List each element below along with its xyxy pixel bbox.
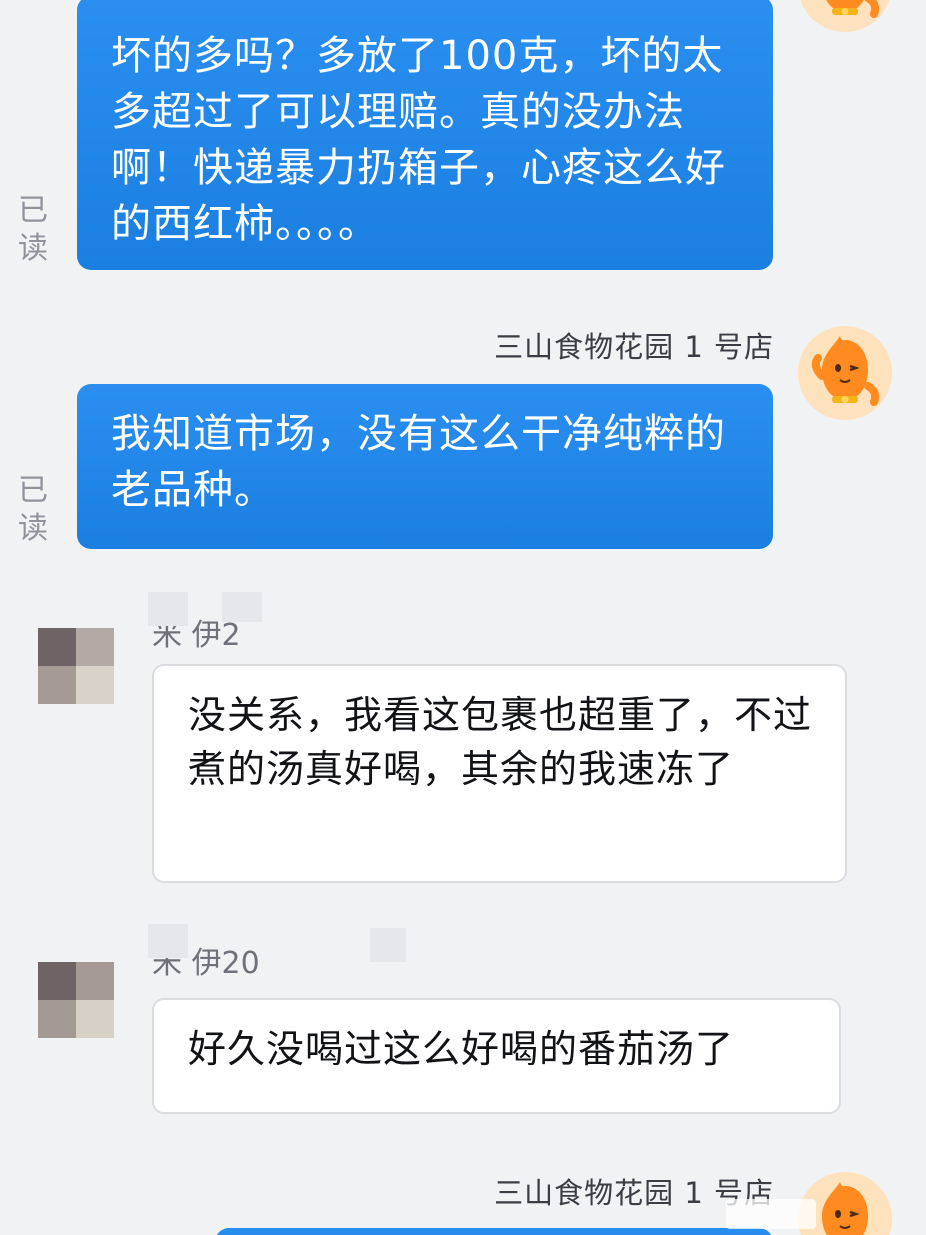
message-text: 好久没喝过这么好喝的番茄汤了	[188, 1027, 735, 1071]
chat-thread[interactable]: 坏的多吗？多放了100克，坏的太多超过了可以理赔。真的没办法啊！快递暴力扔箱子，…	[0, 0, 926, 1235]
read-status: 已读	[18, 473, 48, 546]
mascot-icon	[811, 336, 880, 406]
redaction-block	[148, 924, 188, 958]
redaction-block	[370, 928, 406, 962]
outgoing-message-bubble[interactable]	[215, 1228, 773, 1235]
sender-name: 三山食物花园 1 号店	[494, 330, 774, 364]
outgoing-message-bubble[interactable]: 坏的多吗？多放了100克，坏的太多超过了可以理赔。真的没办法啊！快递暴力扔箱子，…	[77, 0, 773, 270]
read-status: 已读	[18, 193, 48, 266]
message-text: 我知道市场，没有这么干净纯粹的老品种。	[111, 411, 726, 513]
mascot-icon	[826, 0, 880, 18]
user-avatar[interactable]	[38, 962, 114, 1038]
redaction-block	[148, 592, 188, 626]
store-avatar[interactable]	[798, 0, 892, 32]
watermark-overlay	[726, 1199, 816, 1229]
message-text: 坏的多吗？多放了100克，坏的太多超过了可以理赔。真的没办法啊！快递暴力扔箱子，…	[111, 33, 726, 247]
outgoing-message-bubble[interactable]: 我知道市场，没有这么干净纯粹的老品种。	[77, 384, 773, 549]
incoming-message-bubble[interactable]: 没关系，我看这包裹也超重了，不过煮的汤真好喝，其余的我速冻了	[152, 664, 847, 883]
store-avatar[interactable]	[798, 326, 892, 420]
redaction-block	[222, 592, 262, 622]
user-avatar[interactable]	[38, 628, 114, 704]
incoming-message-bubble[interactable]: 好久没喝过这么好喝的番茄汤了	[152, 998, 841, 1114]
message-text: 没关系，我看这包裹也超重了，不过煮的汤真好喝，其余的我速冻了	[188, 693, 813, 791]
